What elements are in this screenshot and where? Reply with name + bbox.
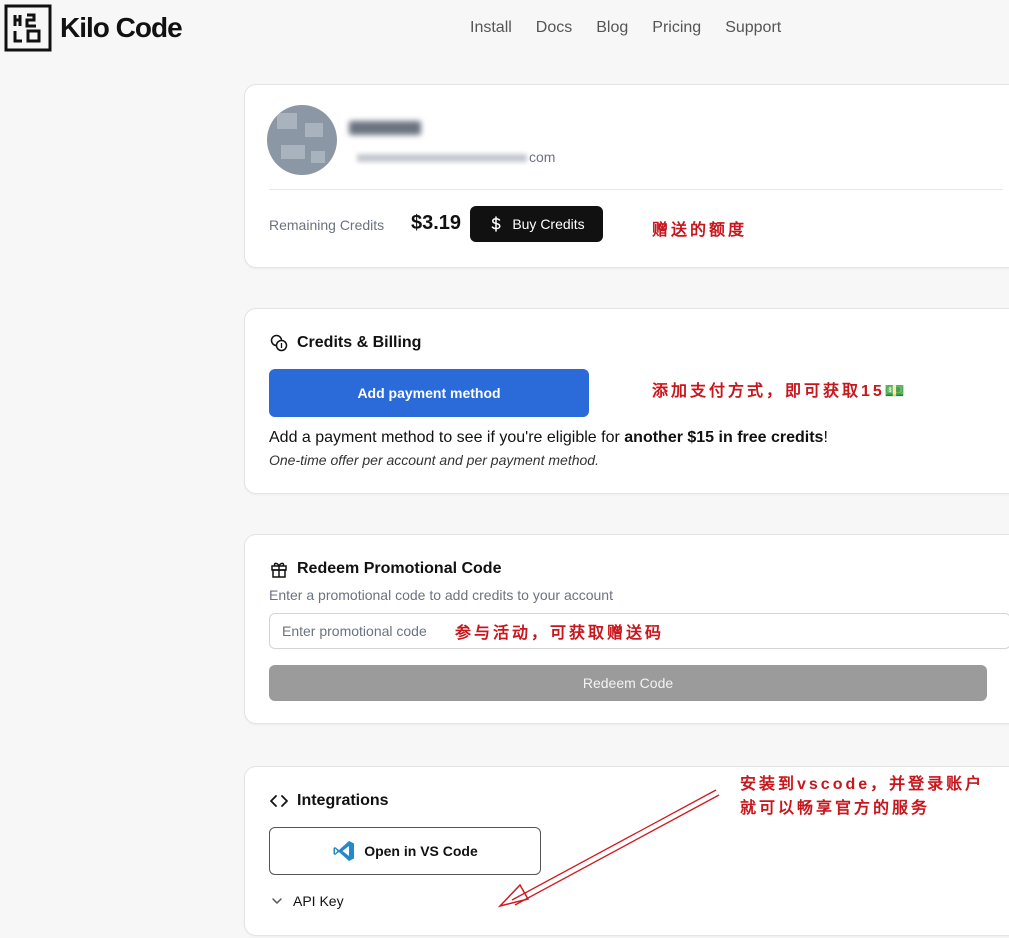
annotation-gift-credits: 赠送的额度 xyxy=(652,222,748,239)
avatar xyxy=(267,105,337,175)
api-key-label: API Key xyxy=(293,893,344,909)
nav-pricing[interactable]: Pricing xyxy=(652,19,701,37)
divider xyxy=(269,189,1003,190)
promo-card: Redeem Promotional Code Enter a promotio… xyxy=(244,534,1009,724)
annotation-install-line2: 就可以畅享官方的服务 xyxy=(740,800,931,817)
buy-credits-button[interactable]: Buy Credits xyxy=(470,206,603,242)
redeem-code-button[interactable]: Redeem Code xyxy=(269,665,987,701)
api-key-toggle[interactable]: API Key xyxy=(271,893,344,909)
vscode-icon xyxy=(333,841,355,861)
promo-title: Redeem Promotional Code xyxy=(269,559,501,579)
kilo-logo-icon[interactable] xyxy=(4,4,52,52)
integrations-title-text: Integrations xyxy=(297,792,389,809)
open-in-vscode-button[interactable]: Open in VS Code xyxy=(269,827,541,875)
annotation-install-line1: 安装到vscode，并登录账户 xyxy=(740,776,985,793)
nav-docs[interactable]: Docs xyxy=(536,19,572,37)
billing-title: Credits & Billing xyxy=(269,333,421,353)
payment-text-bold: another $15 in free credits xyxy=(624,429,824,446)
email-suffix: com xyxy=(529,149,556,165)
promo-description: Enter a promotional code to add credits … xyxy=(269,587,613,603)
top-nav: Install Docs Blog Pricing Support xyxy=(470,19,781,37)
payment-eligibility-text: Add a payment method to see if you're el… xyxy=(269,429,828,447)
chevron-down-icon xyxy=(272,898,282,905)
email-redacted xyxy=(357,154,527,163)
nav-blog[interactable]: Blog xyxy=(596,19,628,37)
brand-name[interactable]: Kilo Code xyxy=(60,12,183,44)
top-bar: Kilo Code Install Docs Blog Pricing Supp… xyxy=(0,0,1009,58)
annotation-payment-bonus: 添加支付方式，即可获取15💵 xyxy=(652,383,908,400)
payment-text-prefix: Add a payment method to see if you're el… xyxy=(269,429,625,446)
profile-name-redacted xyxy=(349,121,421,135)
annotation-promo-code: 参与活动，可获取赠送码 xyxy=(455,625,665,642)
payment-offer-note: One-time offer per account and per payme… xyxy=(269,452,599,468)
buy-credits-label: Buy Credits xyxy=(512,216,585,232)
code-brackets-icon xyxy=(270,795,288,807)
billing-title-text: Credits & Billing xyxy=(297,334,422,351)
promo-title-text: Redeem Promotional Code xyxy=(297,560,502,577)
integrations-title: Integrations xyxy=(269,791,389,811)
gift-icon xyxy=(271,562,287,578)
nav-support[interactable]: Support xyxy=(725,19,781,37)
dollar-icon xyxy=(491,216,501,232)
billing-card: Credits & Billing Add payment method 添加支… xyxy=(244,308,1009,494)
payment-text-suffix: ! xyxy=(823,429,828,446)
coins-icon xyxy=(270,334,288,352)
remaining-credits-label: Remaining Credits xyxy=(269,217,385,233)
remaining-credits-value: $3.19 xyxy=(411,212,462,234)
profile-email: com xyxy=(357,149,555,165)
add-payment-method-button[interactable]: Add payment method xyxy=(269,369,589,417)
vscode-button-label: Open in VS Code xyxy=(364,843,478,859)
profile-card: com Remaining Credits $3.19 Buy Credits … xyxy=(244,84,1009,268)
nav-install[interactable]: Install xyxy=(470,19,512,37)
